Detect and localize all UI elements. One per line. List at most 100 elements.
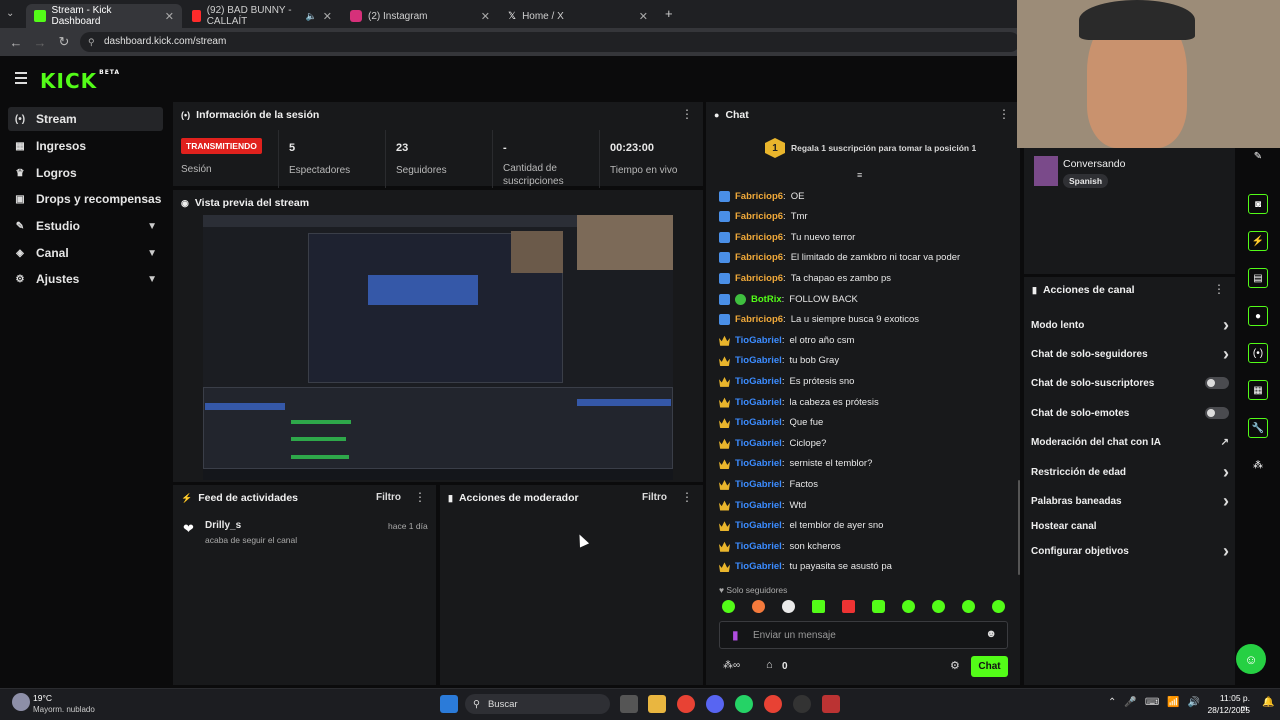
channel-action-item[interactable]: Chat de solo-suscriptores — [1031, 375, 1229, 391]
broadcast-icon[interactable]: (•) — [1248, 343, 1268, 363]
channel-action-item[interactable]: Chat de solo-seguidores › — [1031, 344, 1229, 364]
chat-username[interactable]: TioGabriel — [735, 417, 782, 428]
close-icon[interactable]: ✕ — [639, 10, 648, 23]
sidebar-item-drops[interactable]: ▣ Drops y recompensas — [8, 187, 163, 211]
site-info-icon[interactable]: ⚲ — [88, 32, 95, 52]
chrome-icon[interactable] — [677, 695, 695, 713]
forward-icon[interactable]: → — [28, 35, 52, 50]
menu-icon[interactable] — [15, 72, 27, 84]
new-tab-icon[interactable]: + — [665, 6, 673, 21]
sidebar-item-estudio[interactable]: ✎ Estudio ▼ — [8, 214, 163, 238]
emote-icon[interactable] — [962, 600, 975, 613]
channel-action-item[interactable]: Modo lento › — [1031, 315, 1229, 335]
channel-action-item[interactable]: Configurar objetivos › — [1031, 541, 1229, 561]
microphone-icon[interactable]: ▮ — [732, 628, 739, 642]
close-icon[interactable]: ✕ — [165, 10, 174, 23]
speaker-icon[interactable]: 🔈 — [306, 11, 317, 22]
kick-logo[interactable]: KICK BETA — [40, 69, 120, 93]
sidebar-item-stream[interactable]: (•) Stream — [8, 107, 163, 131]
more-options-icon[interactable]: ⋮ — [998, 108, 1010, 120]
chat-username[interactable]: Fabriciop6 — [735, 191, 783, 202]
emote-icon[interactable] — [842, 600, 855, 613]
activity-user[interactable]: Drilly_s — [205, 520, 241, 531]
chat-scrollbar[interactable] — [1018, 480, 1020, 575]
channel-action-item[interactable]: Restricción de edad › — [1031, 462, 1229, 482]
stream-preview-video[interactable] — [203, 215, 673, 480]
lightning-icon[interactable]: ⚡ — [1248, 231, 1268, 251]
points-icon[interactable]: ⁂ — [1248, 455, 1268, 475]
emote-icon[interactable] — [902, 600, 915, 613]
toggle-switch[interactable] — [1205, 377, 1229, 389]
channel-action-item[interactable]: Palabras baneadas › — [1031, 491, 1229, 511]
sidebar-item-ajustes[interactable]: ⚙ Ajustes ▼ — [8, 267, 163, 291]
tab-x[interactable]: 𝕏 Home / X ✕ — [500, 4, 656, 28]
chat-username[interactable]: Fabriciop6 — [735, 232, 783, 243]
chat-settings-icon[interactable]: ⚙ — [950, 659, 960, 672]
tab-youtube[interactable]: (92) BAD BUNNY - CALLAÍT 🔈 ✕ — [184, 4, 340, 28]
discord-icon[interactable] — [706, 695, 724, 713]
collapse-icon[interactable]: ≡ — [857, 170, 862, 180]
camera-icon[interactable]: ◙ — [1248, 194, 1268, 214]
system-tray-icons[interactable]: ⌃🎤⌨📶🔊 — [1108, 697, 1208, 708]
chat-username[interactable]: TioGabriel — [735, 355, 782, 366]
notifications-icon[interactable]: 🔔 — [1262, 697, 1274, 708]
chat-username[interactable]: TioGabriel — [735, 458, 782, 469]
wrench-icon[interactable]: 🔧 — [1248, 418, 1268, 438]
close-icon[interactable]: ✕ — [323, 10, 332, 23]
store-icon[interactable]: ⌂ — [766, 659, 773, 671]
chat-username[interactable]: Fabriciop6 — [735, 314, 783, 325]
chat-username[interactable]: TioGabriel — [735, 479, 782, 490]
chat-bubble-icon[interactable]: ● — [1248, 306, 1268, 326]
close-icon[interactable]: ✕ — [481, 10, 490, 23]
emote-icon[interactable] — [812, 600, 825, 613]
emote-icon[interactable] — [932, 600, 945, 613]
app-icon[interactable] — [822, 695, 840, 713]
tab-kick-dashboard[interactable]: Stream - Kick Dashboard ✕ — [26, 4, 182, 28]
tab-instagram[interactable]: (2) Instagram ✕ — [342, 4, 498, 28]
emote-icon[interactable] — [752, 600, 765, 613]
chrome-active-icon[interactable] — [764, 695, 782, 713]
emoji-icon[interactable]: ☻ — [985, 628, 997, 640]
chat-username[interactable]: TioGabriel — [735, 438, 782, 449]
file-explorer-icon[interactable] — [648, 695, 666, 713]
chat-username[interactable]: TioGabriel — [735, 541, 782, 552]
emote-icon[interactable] — [782, 600, 795, 613]
chat-username[interactable]: TioGabriel — [735, 561, 782, 572]
more-options-icon[interactable]: ⋮ — [681, 491, 693, 503]
obs-icon[interactable] — [793, 695, 811, 713]
more-options-icon[interactable]: ⋮ — [681, 108, 693, 120]
back-icon[interactable]: ← — [4, 35, 28, 50]
url-bar[interactable]: ⚲ dashboard.kick.com/stream — [80, 32, 1020, 52]
taskbar-search[interactable]: ⚲ Buscar — [465, 694, 610, 714]
edit-icon[interactable]: ✎ — [1248, 146, 1268, 166]
more-options-icon[interactable]: ⋮ — [414, 491, 426, 503]
toggle-switch[interactable] — [1205, 407, 1229, 419]
chat-username[interactable]: TioGabriel — [735, 397, 782, 408]
send-chat-button[interactable]: Chat — [971, 656, 1008, 677]
channel-action-item[interactable]: Hostear canal — [1031, 518, 1229, 534]
emote-icon[interactable] — [722, 600, 735, 613]
sidebar-item-ingresos[interactable]: ▦ Ingresos — [8, 134, 163, 158]
filter-button[interactable]: Filtro — [642, 492, 667, 503]
sidebar-item-logros[interactable]: ♛ Logros — [8, 161, 163, 185]
chat-username[interactable]: TioGabriel — [735, 335, 782, 346]
channel-action-item[interactable]: Chat de solo-emotes — [1031, 405, 1229, 421]
chat-username[interactable]: TioGabriel — [735, 500, 782, 511]
layout-icon[interactable]: ▦ — [1248, 380, 1268, 400]
windows-start-icon[interactable] — [440, 695, 458, 713]
chat-username[interactable]: TioGabriel — [735, 376, 782, 387]
channel-action-item[interactable]: Moderación del chat con IA ↗ — [1031, 434, 1229, 450]
emote-icon[interactable] — [992, 600, 1005, 613]
chat-username[interactable]: Fabriciop6 — [735, 273, 783, 284]
help-chat-button[interactable]: ☺ — [1236, 644, 1266, 674]
category-name[interactable]: Conversando — [1063, 158, 1125, 170]
chat-username[interactable]: Fabriciop6 — [735, 252, 783, 263]
filter-button[interactable]: Filtro — [376, 492, 401, 503]
chat-username[interactable]: BotRix — [751, 294, 782, 305]
tab-search-icon[interactable]: ⌄ — [6, 8, 14, 19]
whatsapp-icon[interactable] — [735, 695, 753, 713]
chat-username[interactable]: TioGabriel — [735, 520, 782, 531]
chat-username[interactable]: Fabriciop6 — [735, 211, 783, 222]
emote-icon[interactable] — [872, 600, 885, 613]
gift-leaderboard-text[interactable]: Regala 1 suscripción para tomar la posic… — [791, 143, 976, 153]
